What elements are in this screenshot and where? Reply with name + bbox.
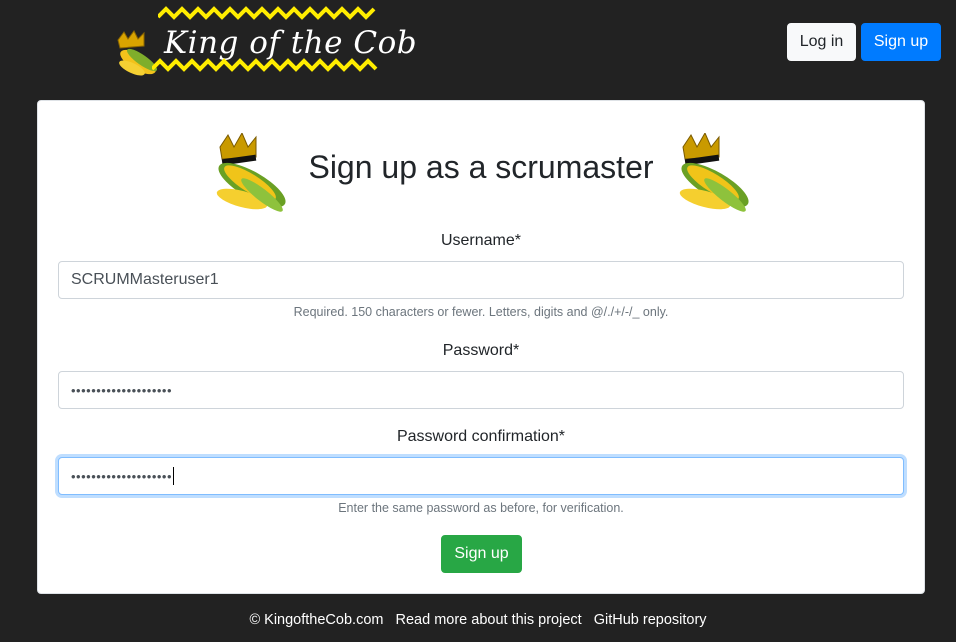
corn-king-mascot-icon — [679, 133, 749, 212]
password-confirmation-label: Password confirmation* — [38, 428, 924, 446]
site-logo[interactable]: King of the Cob — [112, 6, 417, 76]
password-masked-value: •••••••••••••••••••• — [71, 382, 173, 398]
password-input[interactable]: •••••••••••••••••••• — [58, 371, 904, 409]
logo-text: King of the Cob — [164, 25, 418, 61]
password-confirmation-input[interactable]: •••••••••••••••••••• — [58, 457, 904, 495]
required-mark: * — [513, 342, 520, 359]
username-value: SCRUMMasteruser1 — [71, 271, 219, 288]
footer-about-link[interactable]: Read more about this project — [396, 612, 582, 628]
username-label: Username* — [38, 232, 924, 250]
signup-card: Sign up as a scrumaster Username* SCRUMM… — [37, 100, 925, 594]
password-confirmation-label-text: Password confirmation — [396, 428, 559, 445]
username-input[interactable]: SCRUMMasteruser1 — [58, 261, 904, 299]
required-mark: * — [558, 428, 566, 445]
username-help-text: Required. 150 characters or fewer. Lette… — [293, 305, 669, 319]
required-mark: * — [514, 232, 522, 249]
password-label: Password* — [38, 342, 924, 360]
signup-submit-button[interactable]: Sign up — [441, 535, 522, 573]
password-confirmation-masked-value: •••••••••••••••••••• — [71, 468, 173, 484]
password-confirmation-help-text: Enter the same password as before, for v… — [338, 501, 624, 515]
logo-zigzag-bottom — [152, 58, 378, 72]
username-label-text: Username — [440, 232, 515, 249]
text-caret — [173, 467, 175, 485]
logo-zigzag-top — [158, 6, 376, 20]
footer-copyright: © KingoftheCob.com — [249, 612, 384, 628]
footer: © KingoftheCob.com Read more about this … — [0, 612, 956, 628]
password-label-text: Password — [442, 342, 513, 359]
footer-github-link[interactable]: GitHub repository — [594, 612, 707, 628]
page-title: Sign up as a scrumaster — [308, 149, 654, 185]
login-button[interactable]: Log in — [787, 23, 856, 61]
header-signup-button[interactable]: Sign up — [861, 23, 941, 61]
